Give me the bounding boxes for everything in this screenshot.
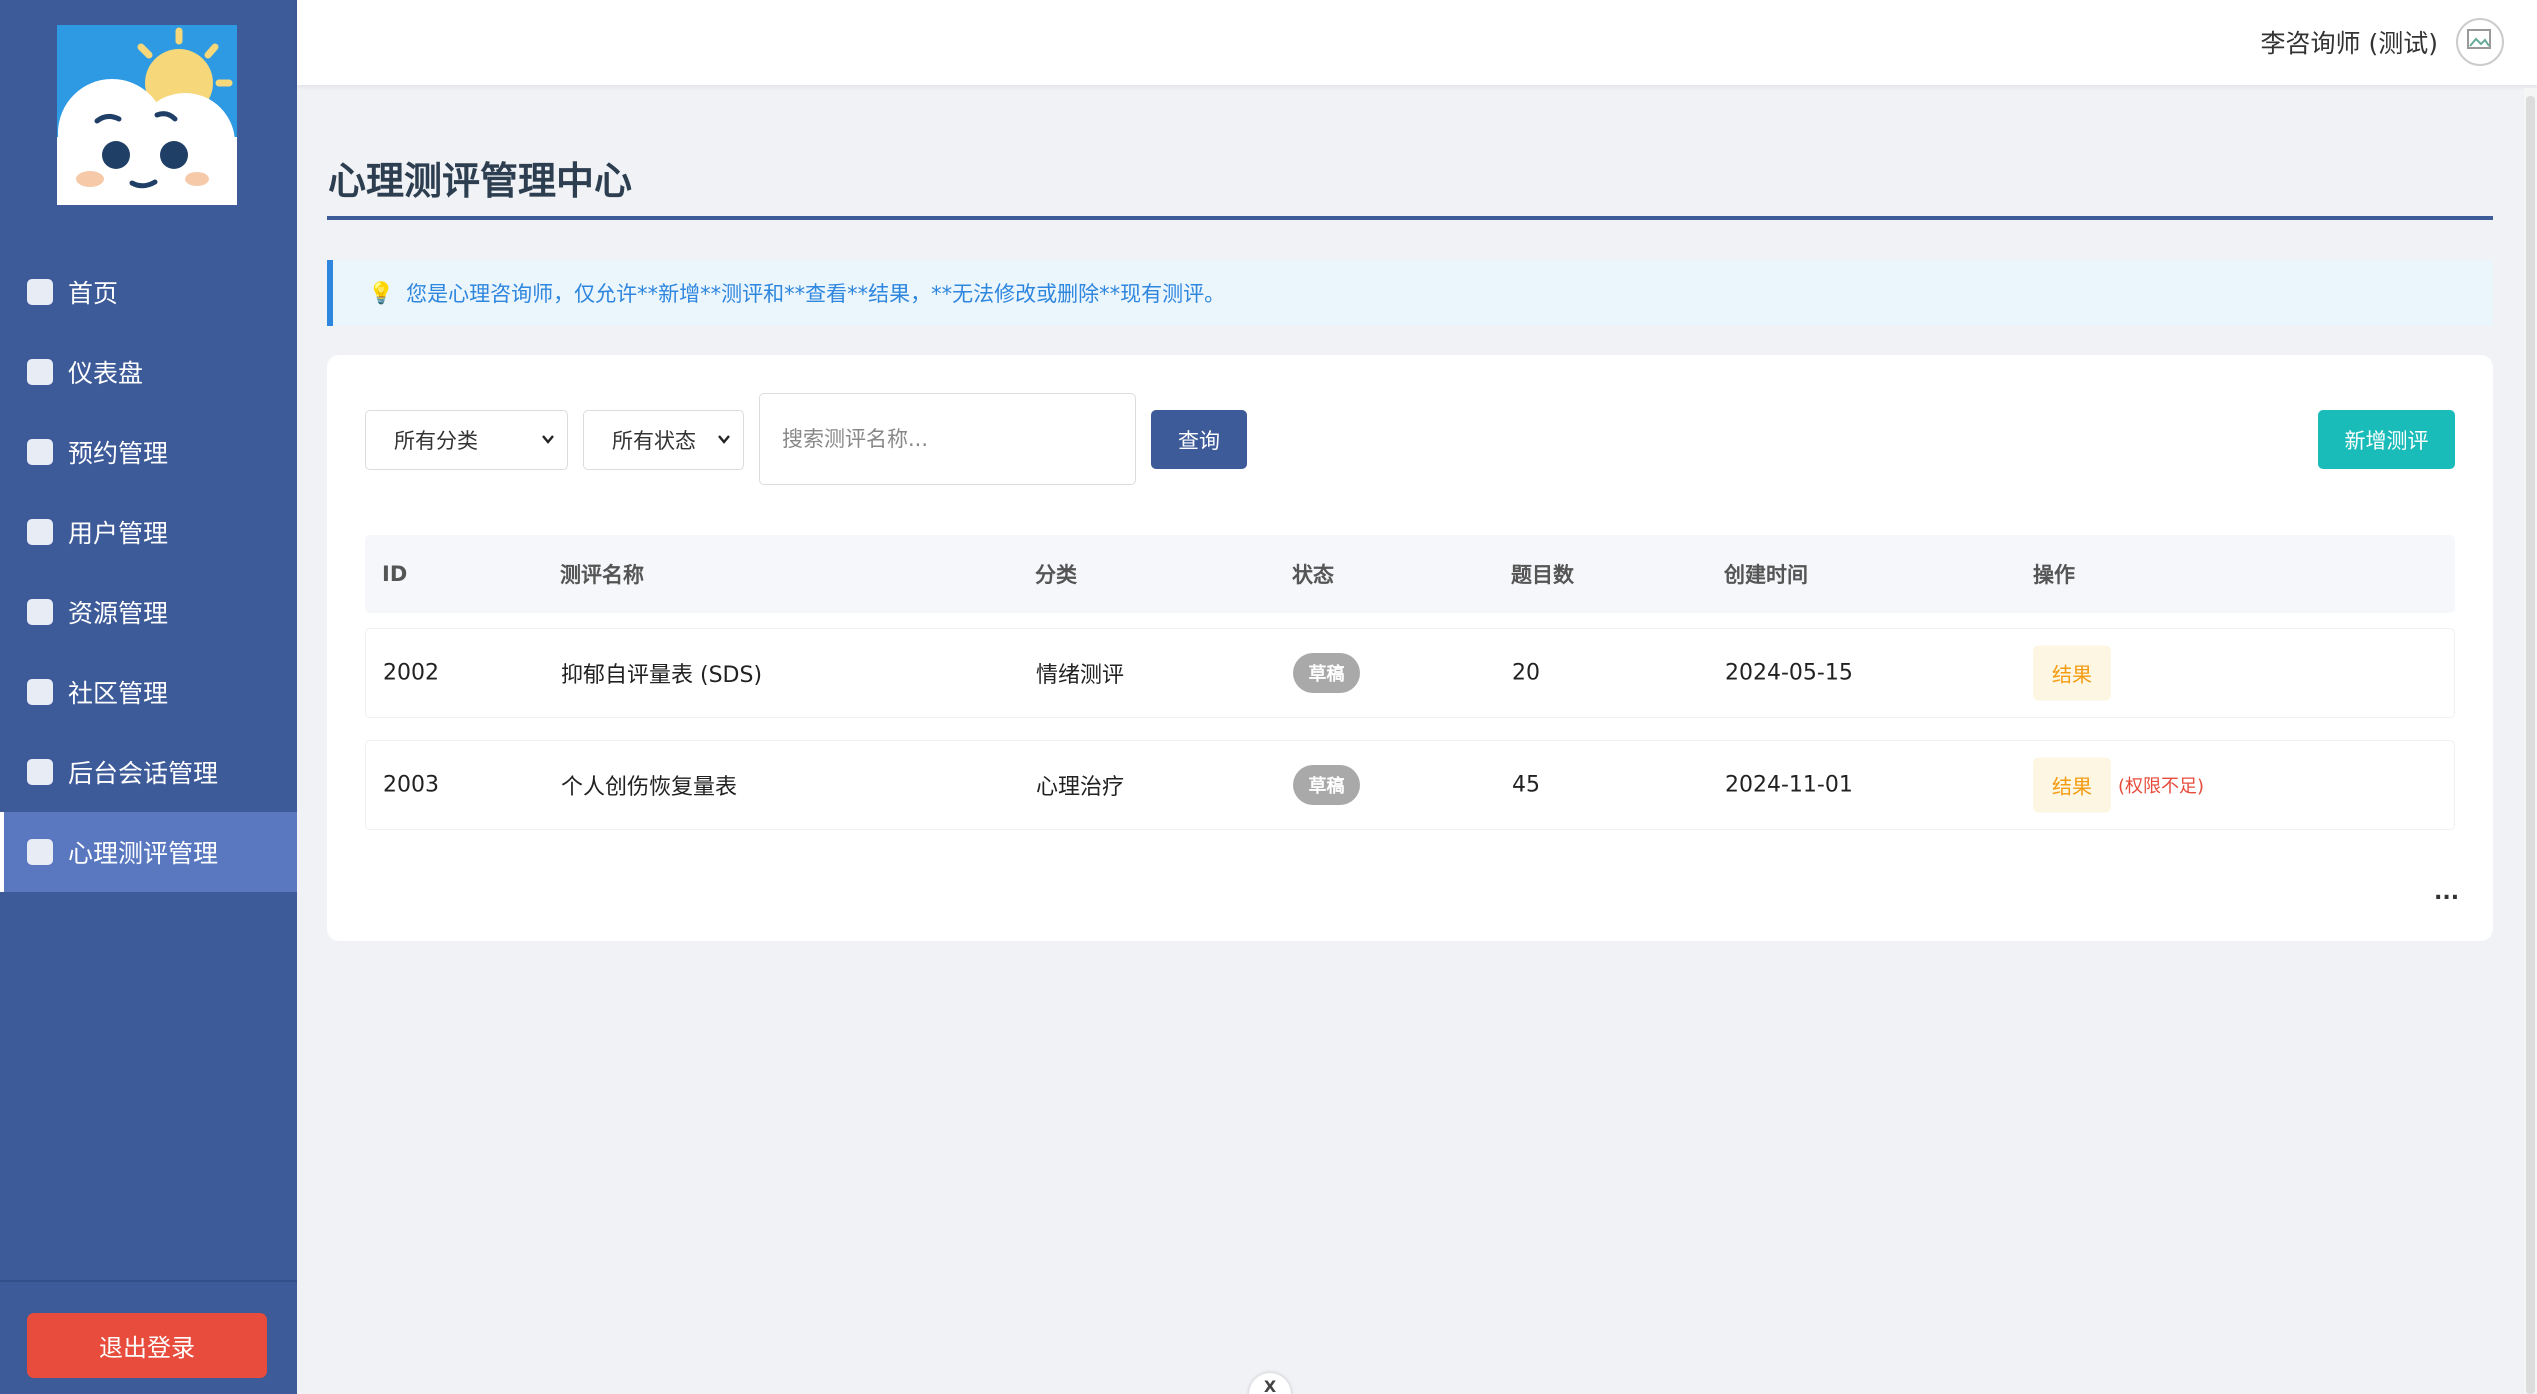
cell-name: 个人创伤恢复量表 — [561, 775, 738, 800]
status-badge: 草稿 — [1293, 653, 1360, 693]
cloud-sun-mascot-icon — [57, 25, 237, 205]
column-header-id: ID — [382, 562, 408, 586]
column-header-created: 创建时间 — [1724, 563, 1808, 587]
avatar[interactable] — [2456, 18, 2504, 66]
sidebar-item-home[interactable]: 首页 — [0, 252, 297, 332]
cell-created: 2024-05-15 — [1725, 660, 1853, 686]
category-select[interactable]: 所有分类 — [365, 410, 568, 470]
sidebar-item-community[interactable]: 社区管理 — [0, 652, 297, 732]
sidebar-item-label: 资源管理 — [68, 599, 169, 628]
column-header-category: 分类 — [1035, 563, 1077, 587]
sidebar-item-dashboard[interactable]: 仪表盘 — [0, 332, 297, 412]
result-button[interactable]: 结果 — [2033, 757, 2111, 813]
column-header-count: 题目数 — [1511, 563, 1574, 587]
cell-count: 20 — [1512, 660, 1540, 686]
close-icon[interactable]: X — [1249, 1373, 1291, 1394]
checkbox-icon — [27, 359, 53, 385]
column-header-status: 状态 — [1292, 563, 1334, 587]
checkbox-icon — [27, 279, 53, 305]
checkbox-icon — [27, 759, 53, 785]
checkbox-icon — [27, 839, 53, 865]
title-underline — [327, 216, 2493, 220]
page-title: 心理测评管理中心 — [328, 159, 633, 203]
status-select[interactable]: 所有状态 — [583, 410, 744, 470]
query-button[interactable]: 查询 — [1151, 410, 1247, 469]
result-button[interactable]: 结果 — [2033, 645, 2111, 701]
logout-button[interactable]: 退出登录 — [27, 1313, 267, 1378]
sidebar: 首页 仪表盘 预约管理 用户管理 资源管理 社区管理 后台会话管理 心理测评管理… — [0, 0, 297, 1394]
sidebar-item-users[interactable]: 用户管理 — [0, 492, 297, 572]
sidebar-item-resources[interactable]: 资源管理 — [0, 572, 297, 652]
sidebar-item-label: 仪表盘 — [68, 359, 144, 388]
sidebar-item-appointments[interactable]: 预约管理 — [0, 412, 297, 492]
broken-image-icon — [2467, 29, 2491, 49]
notice-text: 您是心理咨询师，仅允许**新增**测评和**查看**结果，**无法修改或删除**… — [406, 282, 1226, 306]
checkbox-icon — [27, 439, 53, 465]
checkbox-icon — [27, 599, 53, 625]
permission-notice: 💡 您是心理咨询师，仅允许**新增**测评和**查看**结果，**无法修改或删除… — [327, 260, 2493, 326]
table-row: 2003 个人创伤恢复量表 心理治疗 草稿 45 2024-11-01 结果 (… — [365, 740, 2455, 830]
cell-category: 情绪测评 — [1036, 663, 1125, 688]
checkbox-icon — [27, 679, 53, 705]
cell-name: 抑郁自评量表 (SDS) — [561, 663, 763, 688]
chevron-down-icon — [542, 435, 554, 444]
cell-id: 2002 — [383, 660, 439, 686]
status-select-value: 所有状态 — [612, 429, 696, 453]
sidebar-nav: 首页 仪表盘 预约管理 用户管理 资源管理 社区管理 后台会话管理 心理测评管理 — [0, 252, 297, 892]
add-assessment-button[interactable]: 新增测评 — [2318, 410, 2455, 469]
sidebar-item-label: 心理测评管理 — [68, 839, 219, 868]
sidebar-item-label: 社区管理 — [68, 679, 169, 708]
top-bar: 李咨询师 (测试) — [297, 0, 2537, 85]
column-header-ops: 操作 — [2033, 563, 2075, 587]
category-select-value: 所有分类 — [394, 429, 478, 453]
lightbulb-icon: 💡 — [368, 280, 395, 305]
chevron-down-icon — [718, 435, 730, 444]
sidebar-divider — [0, 1280, 297, 1282]
table-header: ID 测评名称 分类 状态 题目数 创建时间 操作 — [365, 535, 2455, 613]
table-row: 2002 抑郁自评量表 (SDS) 情绪测评 草稿 20 2024-05-15 … — [365, 628, 2455, 718]
status-badge: 草稿 — [1293, 765, 1360, 805]
pagination-more[interactable]: ... — [2434, 880, 2459, 905]
search-input[interactable] — [759, 393, 1136, 485]
sidebar-item-label: 后台会话管理 — [68, 759, 219, 788]
user-name: 李咨询师 (测试) — [2260, 29, 2438, 58]
sidebar-item-sessions[interactable]: 后台会话管理 — [0, 732, 297, 812]
sidebar-item-label: 用户管理 — [68, 519, 169, 548]
cell-created: 2024-11-01 — [1725, 772, 1853, 798]
cell-count: 45 — [1512, 772, 1540, 798]
sidebar-item-label: 预约管理 — [68, 439, 169, 468]
cell-category: 心理治疗 — [1036, 775, 1125, 800]
column-header-name: 测评名称 — [560, 563, 644, 587]
checkbox-icon — [27, 519, 53, 545]
sidebar-item-label: 首页 — [68, 279, 119, 308]
permission-denied-note: (权限不足) — [2118, 776, 2205, 797]
scrollbar-thumb[interactable] — [2526, 96, 2535, 1394]
cell-id: 2003 — [383, 772, 439, 798]
sidebar-item-assessments[interactable]: 心理测评管理 — [0, 812, 297, 892]
